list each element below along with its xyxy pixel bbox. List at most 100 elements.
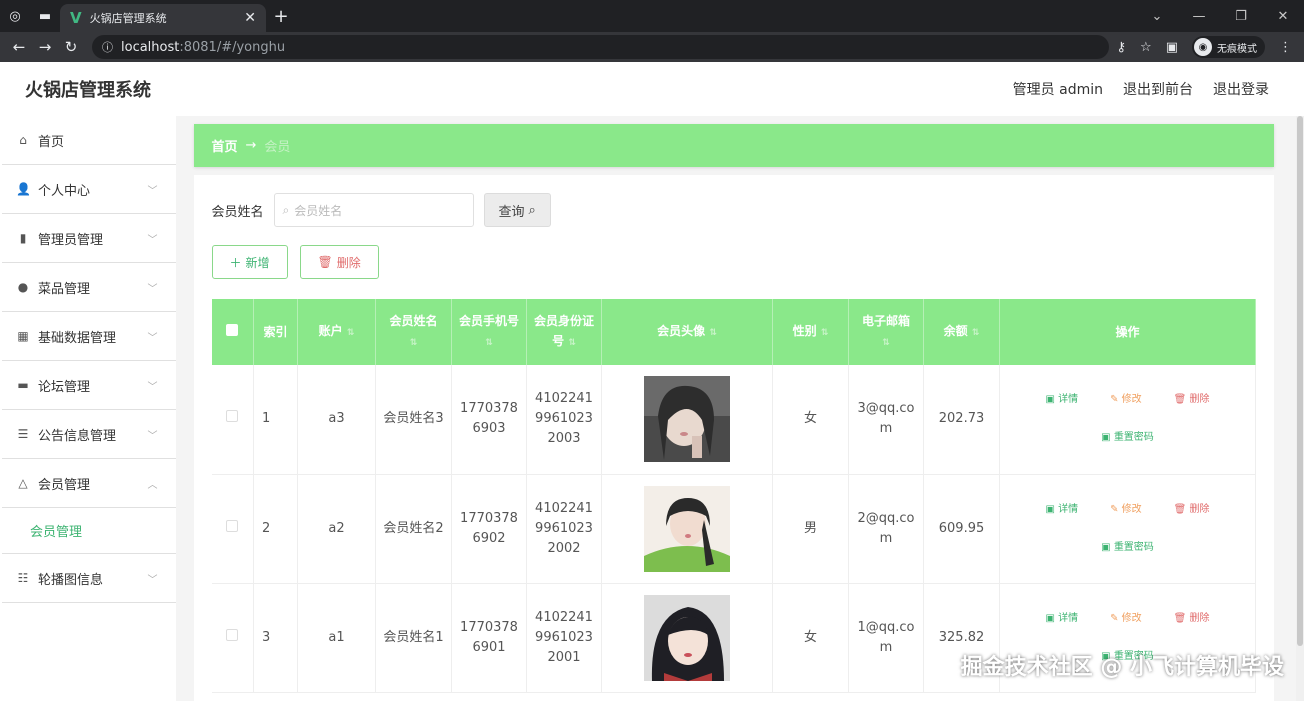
edit-button[interactable]: ✎ 修改 [1110, 500, 1142, 520]
cell-account: a3 [297, 365, 376, 475]
detail-button[interactable]: ▣ 详情 [1045, 390, 1078, 410]
reset-password-button[interactable]: ▣ 重置密码 [1006, 428, 1249, 448]
edit-button[interactable]: ✎ 修改 [1110, 609, 1142, 629]
globe-icon[interactable]: ◎ [0, 0, 30, 32]
window-icon[interactable]: ▬ [30, 0, 60, 32]
sort-icon[interactable]: ⇅ [821, 328, 829, 338]
column-header[interactable]: 会员头像 ⇅ [601, 299, 773, 365]
sort-icon[interactable]: ⇅ [709, 328, 717, 338]
column-header[interactable]: 性别 ⇅ [772, 299, 849, 365]
sidebar-item-notice[interactable]: ☰ 公告信息管理 ﹀ [2, 410, 176, 459]
sort-icon[interactable]: ⇅ [568, 338, 576, 348]
query-button-label: 查询 [498, 204, 525, 220]
sort-icon[interactable]: ⇅ [410, 338, 418, 348]
forward-icon[interactable]: → [32, 38, 58, 56]
sort-icon[interactable]: ⇅ [485, 338, 493, 348]
column-header[interactable]: 会员手机号 ⇅ [451, 299, 527, 365]
sidebar-item-label: 管理员管理 [38, 232, 104, 248]
sidebar-item-home[interactable]: ⌂ 首页 [2, 116, 176, 165]
window-close-icon[interactable]: ✕ [1262, 0, 1304, 32]
delete-label: 删除 [1189, 612, 1210, 624]
row-operations: ▣ 详情 ✎ 修改 🗑 删除 ▣ 重置密码 [1006, 390, 1249, 448]
browser-tab[interactable]: V 火锅店管理系统 ✕ [60, 4, 266, 32]
cell-gender: 女 [772, 365, 849, 475]
page-scrollbar[interactable] [1296, 116, 1304, 701]
sort-icon[interactable]: ⇅ [972, 328, 980, 338]
close-icon[interactable]: ✕ [244, 10, 256, 26]
scrollbar-thumb[interactable] [1297, 116, 1303, 646]
chevron-down-icon: ﹀ [147, 185, 158, 197]
row-checkbox[interactable] [226, 519, 239, 532]
restore-icon[interactable]: ❐ [1220, 0, 1262, 32]
back-icon[interactable]: ← [6, 38, 32, 56]
location-icon: ● [17, 280, 29, 294]
tab-title: 火锅店管理系统 [89, 12, 167, 25]
sidebar-item-profile[interactable]: 👤 个人中心 ﹀ [2, 165, 176, 214]
sidebar-subitem-members[interactable]: 会员管理 [2, 508, 176, 554]
breadcrumb-home[interactable]: 首页 [212, 136, 238, 155]
delete-button[interactable]: 🗑 删除 [1174, 609, 1210, 629]
column-header[interactable]: 账户 ⇅ [297, 299, 376, 365]
info-icon[interactable]: ⓘ [102, 39, 113, 55]
column-header[interactable]: 会员姓名 ⇅ [375, 299, 452, 365]
key-icon[interactable]: ⚷ [1117, 40, 1127, 55]
column-header: 操作 [999, 299, 1256, 365]
sidebar-item-forum[interactable]: ▬ 论坛管理 ﹀ [2, 361, 176, 410]
batch-delete-button[interactable]: 🗑 删除 [299, 245, 379, 279]
watermark: 掘金技术社区 @ 小飞计算机毕设 [960, 655, 1284, 680]
delete-button[interactable]: 🗑 删除 [1174, 390, 1210, 410]
select-all-checkbox[interactable] [226, 324, 239, 336]
cell-email: 3@qq.com [848, 365, 924, 475]
cell-id-card: 410224199610232002 [526, 474, 602, 584]
reload-icon[interactable]: ↻ [58, 38, 84, 56]
new-tab-icon[interactable]: + [266, 6, 296, 27]
incognito-label: 无痕模式 [1217, 43, 1257, 55]
detail-button[interactable]: ▣ 详情 [1045, 609, 1078, 629]
sidepanel-icon[interactable]: ▣ [1166, 40, 1178, 55]
breadcrumb-arrow: → [245, 138, 257, 153]
row-checkbox[interactable] [226, 410, 239, 423]
minimize-icon[interactable]: — [1178, 0, 1220, 32]
sidebar-item-base-data[interactable]: ▦ 基础数据管理 ﹀ [2, 312, 176, 361]
add-button[interactable]: ＋ 新增 [211, 245, 288, 279]
address-bar[interactable]: ⓘ localhost:8081/#/yonghu [92, 35, 1109, 59]
sort-icon[interactable]: ⇅ [347, 328, 355, 338]
detail-button[interactable]: ▣ 详情 [1045, 500, 1078, 520]
edit-button[interactable]: ✎ 修改 [1110, 390, 1142, 410]
column-header[interactable]: 余额 ⇅ [923, 299, 1000, 365]
table-row: 1 a3 会员姓名3 17703786903 41022419961023200… [211, 365, 1256, 475]
logout-link[interactable]: 退出登录 [1213, 79, 1269, 99]
sidebar-item-members[interactable]: △ 会员管理 ︿ [2, 459, 176, 508]
reset-password-button[interactable]: ▣ 重置密码 [1006, 538, 1249, 558]
sidebar-item-label: 公告信息管理 [38, 428, 117, 444]
cell-operations: ▣ 详情 ✎ 修改 🗑 删除 ▣ 重置密码 [999, 474, 1256, 584]
column-header-label: 会员姓名 [389, 314, 438, 328]
row-operations: ▣ 详情 ✎ 修改 🗑 删除 ▣ 重置密码 [1006, 500, 1249, 558]
member-name-input[interactable]: ⌕ 会员姓名 [273, 193, 474, 227]
cell-name: 会员姓名1 [375, 583, 452, 693]
tab-search-icon[interactable]: ⌄ [1136, 0, 1178, 32]
sidebar-item-admin[interactable]: ▮ 管理员管理 ﹀ [2, 214, 176, 263]
column-header[interactable]: 电子邮箱 ⇅ [848, 299, 924, 365]
detail-label: 详情 [1058, 612, 1079, 624]
cell-avatar [601, 583, 773, 693]
app-title: 火锅店管理系统 [25, 80, 151, 101]
sidebar-item-dishes[interactable]: ● 菜品管理 ﹀ [2, 263, 176, 312]
delete-button[interactable]: 🗑 删除 [1174, 500, 1210, 520]
member-avatar-image [644, 485, 730, 572]
menu-icon[interactable]: ⋮ [1279, 40, 1292, 55]
members-table: 索引 账户 ⇅ 会员姓名 ⇅ 会员手机号 ⇅ 会员身份证号 ⇅ 会员头像 ⇅ 性别… [211, 299, 1256, 693]
sort-icon[interactable]: ⇅ [882, 338, 890, 348]
exit-to-frontend-link[interactable]: 退出到前台 [1123, 79, 1193, 99]
query-button[interactable]: 查询 ⌕ [483, 193, 551, 227]
search-icon: ⌕ [282, 202, 290, 217]
sidebar-item-carousel[interactable]: ☷ 轮播图信息 ﹀ [2, 554, 176, 603]
delete-label: 删除 [1189, 503, 1210, 515]
incognito-badge[interactable]: ◉ 无痕模式 [1192, 36, 1265, 58]
column-header[interactable]: 会员身份证号 ⇅ [526, 299, 602, 365]
row-checkbox[interactable] [226, 628, 239, 641]
sidebar-item-label: 基础数据管理 [38, 330, 117, 346]
cell-gender: 女 [772, 583, 849, 693]
star-icon[interactable]: ☆ [1140, 40, 1152, 55]
column-header-label: 余额 [943, 324, 968, 338]
